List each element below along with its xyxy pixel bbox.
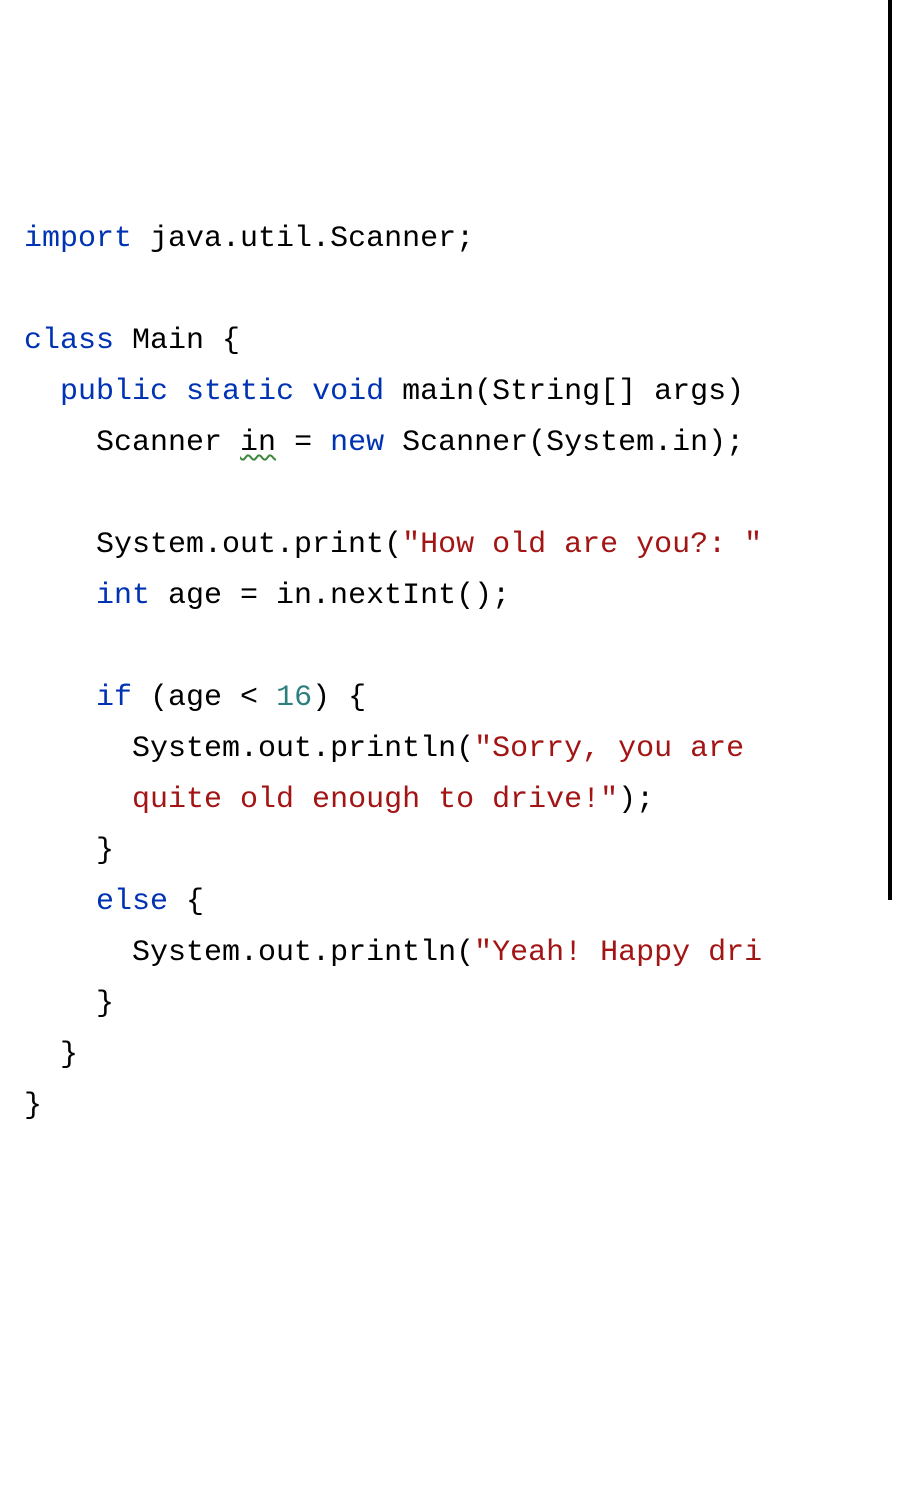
code-line: else { — [24, 885, 204, 919]
code-text: Main { — [114, 324, 240, 358]
code-line: } — [24, 834, 114, 868]
code-line: System.out.println("Yeah! Happy dri — [24, 936, 762, 970]
code-line: Scanner in = new Scanner(System.in); — [24, 426, 744, 460]
code-text: System.out.println( — [132, 936, 474, 970]
brace: } — [96, 834, 114, 868]
keyword-void: void — [294, 375, 384, 409]
code-line: System.out.println("Sorry, you are — [24, 732, 762, 766]
code-text: age = in.nextInt(); — [150, 579, 510, 613]
code-line: import java.util.Scanner; — [24, 222, 474, 256]
code-text: = — [276, 426, 330, 460]
code-text: (age < — [132, 681, 276, 715]
code-text: Scanner(System.in); — [384, 426, 744, 460]
code-line: public static void main(String[] args) — [24, 375, 744, 409]
code-line: System.out.print("How old are you?: " — [24, 528, 762, 562]
string-literal: "Sorry, you are — [474, 732, 762, 766]
code-line: } — [24, 1038, 78, 1072]
string-literal: "Yeah! Happy dri — [474, 936, 762, 970]
code-text: Scanner — [96, 426, 240, 460]
code-text: ) { — [312, 681, 366, 715]
code-text: { — [168, 885, 204, 919]
brace: } — [96, 987, 114, 1021]
keyword-int: int — [96, 579, 150, 613]
keyword-else: else — [96, 885, 168, 919]
code-line: int age = in.nextInt(); — [24, 579, 510, 613]
code-line: } — [24, 1089, 42, 1123]
code-line: } — [24, 987, 114, 1021]
code-text: System.out.print( — [96, 528, 402, 562]
code-text: main(String[] args) — [384, 375, 744, 409]
code-text: java.util.Scanner; — [132, 222, 474, 256]
right-border — [888, 0, 892, 900]
keyword-public: public — [60, 375, 168, 409]
code-line: quite old enough to drive!"); — [24, 783, 654, 817]
brace: } — [60, 1038, 78, 1072]
code-text: System.out.println( — [132, 732, 474, 766]
number-literal: 16 — [276, 681, 312, 715]
code-text: ); — [618, 783, 654, 817]
code-line: class Main { — [24, 324, 240, 358]
keyword-import: import — [24, 222, 132, 256]
code-editor[interactable]: import java.util.Scanner; class Main { p… — [24, 214, 900, 1132]
keyword-new: new — [330, 426, 384, 460]
code-line: if (age < 16) { — [24, 681, 366, 715]
keyword-static: static — [168, 375, 294, 409]
string-literal: "How old are you?: " — [402, 528, 762, 562]
keyword-if: if — [96, 681, 132, 715]
string-literal: quite old enough to drive!" — [132, 783, 618, 817]
variable-in: in — [240, 426, 276, 460]
brace: } — [24, 1089, 42, 1123]
keyword-class: class — [24, 324, 114, 358]
